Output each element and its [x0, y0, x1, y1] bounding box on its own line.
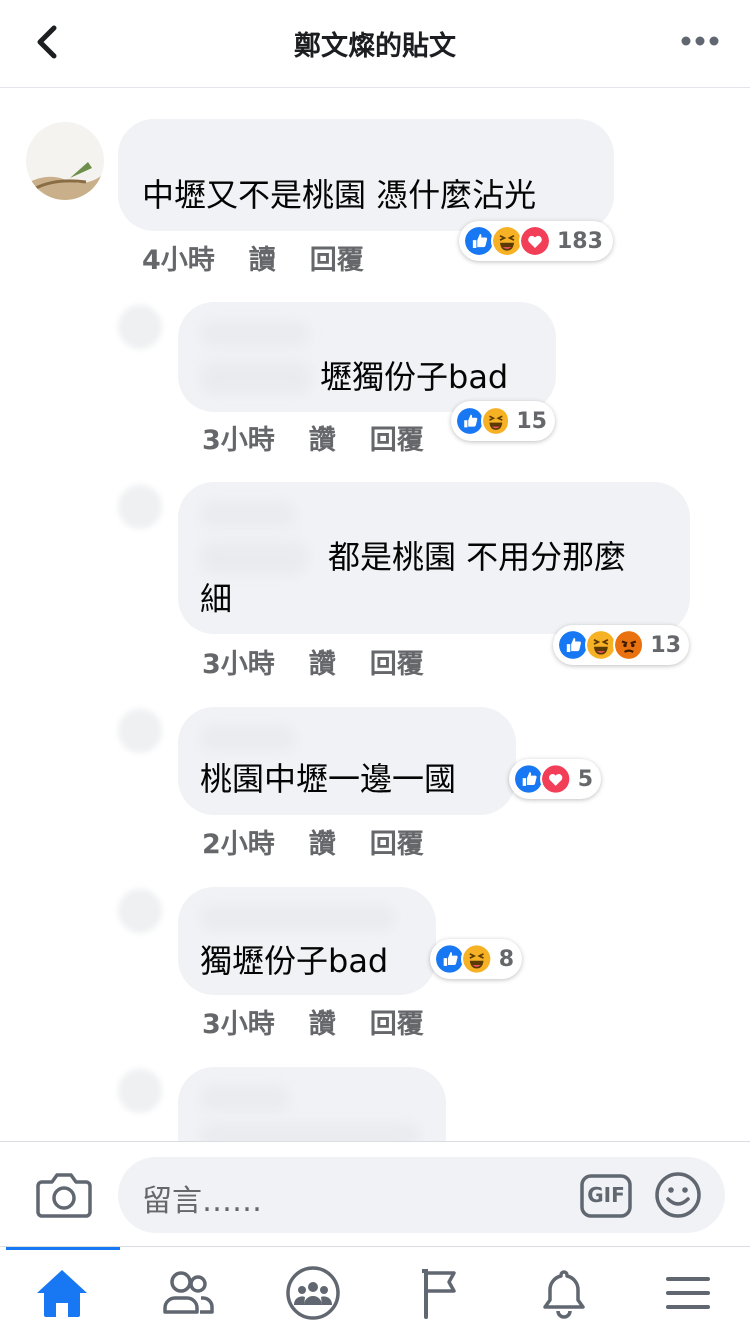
tab-groups[interactable]	[283, 1265, 343, 1321]
haha-reaction-icon	[461, 943, 493, 975]
comment-meta: 2小時 讚回覆	[202, 822, 458, 861]
comment-input[interactable]: 留言…… GIF	[118, 1157, 725, 1233]
top-bar: 鄭文燦的貼文	[0, 0, 750, 88]
like-link[interactable]: 讚	[309, 822, 336, 861]
like-link[interactable]: 讚	[309, 1002, 336, 1041]
tab-notifications[interactable]	[534, 1265, 594, 1321]
reply-link[interactable]: 回覆	[370, 1002, 424, 1041]
comments-list[interactable]: 中壢又不是桃園 憑什麼沾光 4小時讀回覆 183 壢獨份子bad 3小時讚回覆 …	[0, 89, 750, 1141]
avatar[interactable]	[118, 485, 162, 529]
comment-text: 都是桃園 不用分那麼	[328, 538, 627, 576]
groups-icon	[286, 1266, 340, 1320]
comment-time: 4小時	[142, 245, 215, 276]
comment-text: 細	[200, 580, 233, 618]
comment-meta: 3小時 讚回覆	[202, 1002, 458, 1041]
menu-icon	[666, 1277, 710, 1309]
notifications-bell-icon	[543, 1270, 585, 1319]
blurred-author-name	[200, 905, 396, 931]
haha-reaction-icon	[584, 629, 617, 661]
angry-reaction-icon	[612, 629, 645, 661]
avatar[interactable]	[118, 1069, 162, 1113]
like-link[interactable]: 讚	[309, 418, 336, 457]
reaction-summary[interactable]: 5	[509, 759, 601, 799]
reaction-count: 5	[577, 766, 593, 792]
comment-text: 壢獨份子bad	[320, 358, 509, 396]
reply-link[interactable]: 回覆	[370, 642, 424, 681]
bottom-navigation	[0, 1246, 750, 1334]
love-reaction-icon	[519, 225, 551, 257]
camera-icon	[36, 1173, 92, 1218]
gif-label: GIF	[587, 1183, 625, 1207]
comment-time: 3小時	[202, 649, 275, 680]
comment-text: 獨壢份子bad	[200, 942, 389, 980]
tab-pages[interactable]	[410, 1265, 470, 1321]
pages-flag-icon	[422, 1269, 456, 1319]
blurred-author-name	[200, 1085, 290, 1111]
reaction-summary[interactable]: 8	[430, 939, 522, 979]
gif-button[interactable]: GIF	[580, 1172, 632, 1220]
blurred-author-name	[200, 321, 310, 347]
emoji-button[interactable]	[654, 1171, 702, 1219]
comment-composer: 留言…… GIF	[0, 1141, 750, 1246]
page-title: 鄭文燦的貼文	[294, 31, 456, 62]
love-reaction-icon	[540, 763, 572, 795]
comment-text: 桃園中壢一邊一國	[200, 760, 457, 798]
comment-meta: 3小時 讚回覆	[202, 418, 458, 457]
blurred-author-name	[200, 725, 296, 751]
reply-link[interactable]: 回覆	[370, 822, 424, 861]
comment-placeholder: 留言……	[142, 1184, 262, 1219]
smiley-icon	[655, 1172, 701, 1218]
like-link[interactable]: 讀	[249, 238, 276, 277]
comment-meta: 4小時 讀回覆	[142, 238, 398, 277]
blurred-author-name	[200, 501, 296, 527]
friends-icon	[163, 1271, 214, 1314]
reaction-count: 15	[516, 408, 547, 434]
blurred-author-name	[200, 541, 308, 575]
active-tab-indicator	[6, 1247, 120, 1250]
avatar[interactable]	[118, 889, 162, 933]
comment-time: 3小時	[202, 1009, 275, 1040]
blurred-author-name	[200, 361, 312, 395]
haha-reaction-icon	[480, 405, 511, 437]
avatar[interactable]	[26, 122, 104, 200]
comment-text: 中壢又不是桃園 憑什麼沾光	[142, 176, 537, 214]
comment-time: 2小時	[202, 829, 275, 860]
reaction-count: 183	[557, 228, 603, 254]
tab-menu[interactable]	[658, 1265, 718, 1321]
more-options-button[interactable]	[678, 26, 722, 56]
comment-meta: 3小時 讚回覆	[202, 642, 458, 681]
reaction-summary[interactable]: 15	[451, 401, 555, 441]
like-link[interactable]: 讚	[309, 642, 336, 681]
comment-time: 3小時	[202, 425, 275, 456]
avatar[interactable]	[118, 305, 162, 349]
tab-home[interactable]	[32, 1265, 92, 1321]
avatar[interactable]	[118, 709, 162, 753]
more-horizontal-icon	[681, 36, 719, 46]
reaction-count: 8	[498, 946, 514, 972]
home-icon	[37, 1270, 87, 1317]
reaction-summary[interactable]: 183	[459, 221, 613, 261]
tab-friends[interactable]	[158, 1265, 218, 1321]
reply-link[interactable]: 回覆	[370, 418, 424, 457]
reaction-count: 13	[650, 632, 682, 658]
reply-link[interactable]: 回覆	[310, 238, 364, 277]
blurred-comment-text	[200, 1123, 420, 1141]
reaction-summary[interactable]: 13	[553, 625, 689, 665]
camera-button[interactable]	[36, 1170, 92, 1220]
